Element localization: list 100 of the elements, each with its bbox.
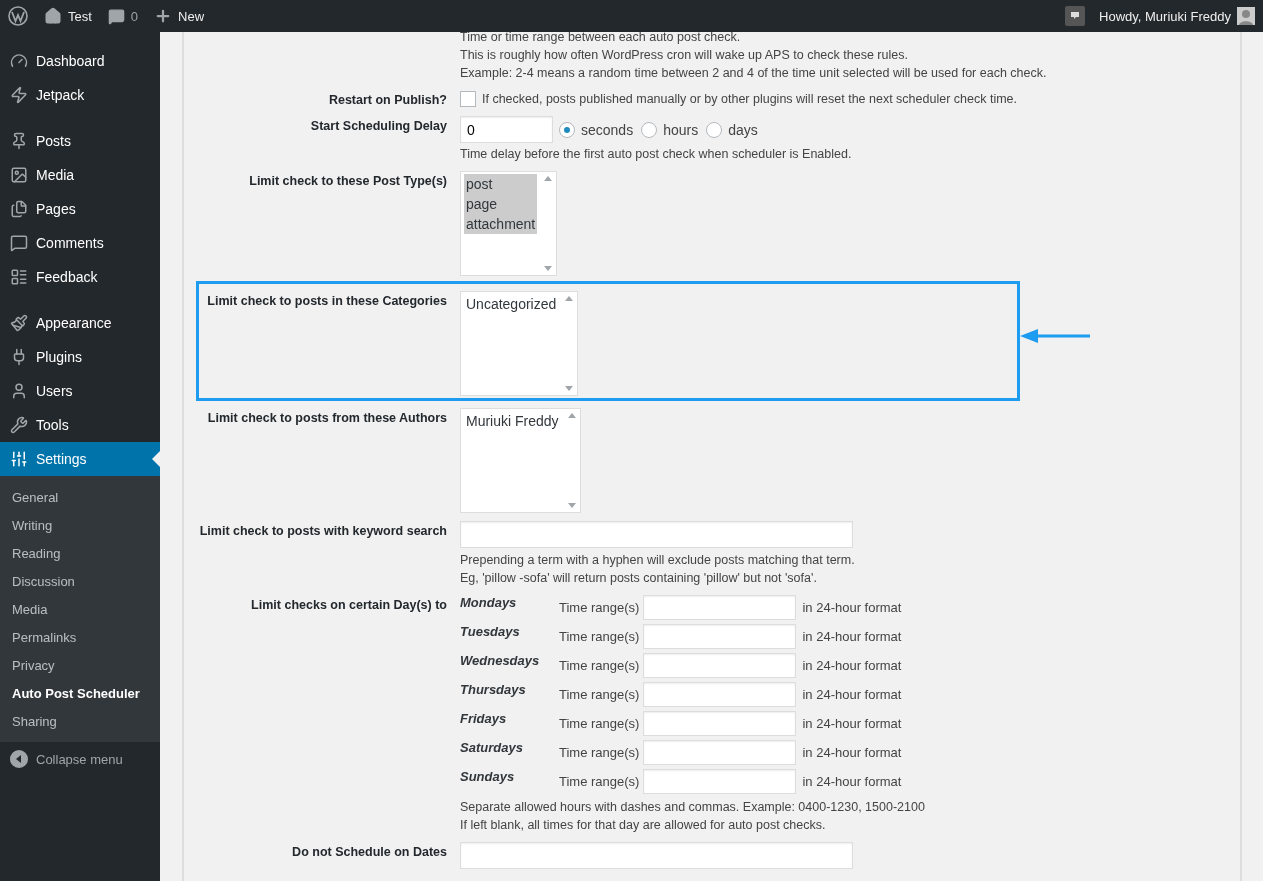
scroll-down-icon[interactable] bbox=[544, 266, 553, 271]
logo-icon[interactable] bbox=[8, 6, 28, 26]
field-hint: in 24-hour format bbox=[802, 745, 902, 760]
menu-item[interactable]: Media bbox=[0, 158, 160, 192]
list-option[interactable]: attachment bbox=[464, 214, 538, 234]
collapse-menu-button[interactable]: Collapse menu bbox=[0, 742, 160, 776]
menu-item[interactable]: Pages bbox=[0, 192, 160, 226]
day-name: Tuesdays bbox=[460, 624, 521, 639]
user-icon bbox=[10, 382, 28, 400]
list-icon bbox=[10, 268, 28, 286]
day-name: Saturdays bbox=[460, 740, 524, 755]
wrench-icon bbox=[10, 416, 28, 434]
field-label: Restart on Publish? bbox=[328, 93, 447, 107]
help-text: Separate allowed hours with dashes and commas. Example: 0400-1230, 1500-2100 bbox=[460, 799, 925, 816]
day-name: Sundays bbox=[460, 769, 516, 784]
time-range-input[interactable] bbox=[643, 595, 797, 620]
submenu-item[interactable]: Reading bbox=[0, 539, 160, 567]
scroll-up-icon[interactable] bbox=[544, 176, 553, 181]
text-input[interactable] bbox=[460, 842, 853, 869]
field-label: Limit check to posts from these Authors bbox=[207, 411, 447, 425]
field-label: Time range(s) bbox=[559, 687, 640, 702]
menu-item[interactable]: Comments bbox=[0, 226, 160, 260]
image-icon bbox=[10, 166, 28, 184]
field-label: Time range(s) bbox=[559, 658, 640, 673]
help-text: Prepending a term with a hyphen will exclude posts matching that term. bbox=[460, 552, 855, 569]
field-label: Time range(s) bbox=[559, 716, 640, 731]
radio-label: seconds bbox=[581, 121, 634, 138]
list-option[interactable]: post bbox=[464, 174, 538, 194]
help-text: If left blank, all times for that day are allowed for auto post checks. bbox=[460, 817, 826, 834]
submenu-item[interactable]: Permalinks bbox=[0, 623, 160, 651]
field-hint: in 24-hour format bbox=[802, 774, 902, 789]
help-text: Time delay before the first auto post check when scheduler is Enabled. bbox=[460, 146, 852, 163]
menu-item[interactable]: Dashboard bbox=[0, 44, 160, 78]
menu-item[interactable]: Appearance bbox=[0, 306, 160, 340]
field-label: Time range(s) bbox=[559, 629, 640, 644]
speech-bubble-icon bbox=[10, 234, 28, 252]
time-range-input[interactable] bbox=[643, 682, 797, 707]
text-input[interactable] bbox=[460, 521, 853, 548]
site-link[interactable]: Test bbox=[44, 7, 92, 25]
list-option[interactable]: Uncategorized bbox=[464, 294, 559, 314]
submenu-item[interactable]: Writing bbox=[0, 511, 160, 539]
list-option[interactable]: page bbox=[464, 194, 538, 214]
user-greeting[interactable]: Howdy, Muriuki Freddy bbox=[1099, 8, 1231, 24]
avatar[interactable] bbox=[1237, 7, 1255, 25]
scroll-down-icon[interactable] bbox=[565, 386, 574, 391]
radio-button[interactable] bbox=[706, 121, 723, 138]
notification-icon[interactable] bbox=[1065, 6, 1086, 26]
submenu-item[interactable]: Discussion bbox=[0, 567, 160, 595]
time-range-input[interactable] bbox=[643, 769, 797, 794]
submenu-item[interactable]: Media bbox=[0, 595, 160, 623]
list-option[interactable]: Muriuki Freddy bbox=[464, 411, 561, 431]
delay-input[interactable]: 0 bbox=[460, 116, 553, 143]
menu-item[interactable]: Tools bbox=[0, 408, 160, 442]
help-text: This is roughly how often WordPress cron will wake up APS to check these rules. bbox=[460, 47, 908, 64]
submenu-item[interactable]: General bbox=[0, 483, 160, 511]
field-hint: in 24-hour format bbox=[802, 658, 902, 673]
menu-item[interactable]: Posts bbox=[0, 124, 160, 158]
multi-select-list[interactable]: Uncategorized bbox=[460, 291, 579, 396]
radio-label: days bbox=[728, 121, 758, 138]
speech-bubble-icon bbox=[107, 7, 125, 25]
pin-icon bbox=[10, 132, 28, 150]
field-label: Limit check to these Post Type(s) bbox=[249, 174, 447, 188]
collapse-icon bbox=[10, 750, 28, 768]
day-name: Mondays bbox=[460, 595, 518, 610]
menu-item[interactable]: Jetpack bbox=[0, 78, 160, 112]
submenu-item[interactable]: Sharing bbox=[0, 707, 160, 735]
checkbox[interactable] bbox=[460, 91, 476, 107]
submenu-item[interactable]: Privacy bbox=[0, 651, 160, 679]
comments-link[interactable]: 0 bbox=[107, 7, 139, 25]
help-text: Example: 2-4 means a random time between 2 and 4 of the time unit selected will be used for each check. bbox=[460, 65, 1047, 82]
radio-button[interactable] bbox=[641, 121, 658, 138]
new-link[interactable]: New bbox=[154, 7, 205, 25]
pages-icon bbox=[10, 200, 28, 218]
day-name: Thursdays bbox=[460, 682, 527, 697]
paintbrush-icon bbox=[10, 314, 28, 332]
time-range-input[interactable] bbox=[643, 740, 797, 765]
bolt-icon bbox=[10, 86, 28, 104]
multi-select-list[interactable]: post page attachment bbox=[460, 171, 558, 276]
field-hint: in 24-hour format bbox=[802, 716, 902, 731]
radio-label: hours bbox=[663, 121, 699, 138]
time-range-input[interactable] bbox=[643, 653, 797, 678]
time-range-input[interactable] bbox=[643, 624, 797, 649]
scroll-up-icon[interactable] bbox=[567, 413, 576, 418]
multi-select-list[interactable]: Muriuki Freddy bbox=[460, 408, 581, 513]
field-label: Limit checks on certain Day(s) to bbox=[251, 598, 447, 612]
scroll-down-icon[interactable] bbox=[567, 503, 576, 508]
gauge-icon bbox=[10, 52, 28, 70]
submenu-item[interactable]: Auto Post Scheduler bbox=[0, 679, 160, 707]
scroll-up-icon[interactable] bbox=[565, 296, 574, 301]
time-range-input[interactable] bbox=[643, 711, 797, 736]
field-label: Time range(s) bbox=[559, 600, 640, 615]
radio-button[interactable] bbox=[559, 121, 575, 138]
menu-item[interactable]: Feedback bbox=[0, 260, 160, 294]
field-label: Limit check to posts with keyword search bbox=[199, 524, 447, 538]
menu-item[interactable]: Plugins bbox=[0, 340, 160, 374]
day-name: Fridays bbox=[460, 711, 508, 726]
menu-item[interactable]: Users bbox=[0, 374, 160, 408]
menu-item[interactable]: Settings bbox=[0, 442, 160, 476]
field-label: Time range(s) bbox=[559, 745, 640, 760]
field-label: Limit check to posts in these Categories bbox=[207, 294, 447, 308]
